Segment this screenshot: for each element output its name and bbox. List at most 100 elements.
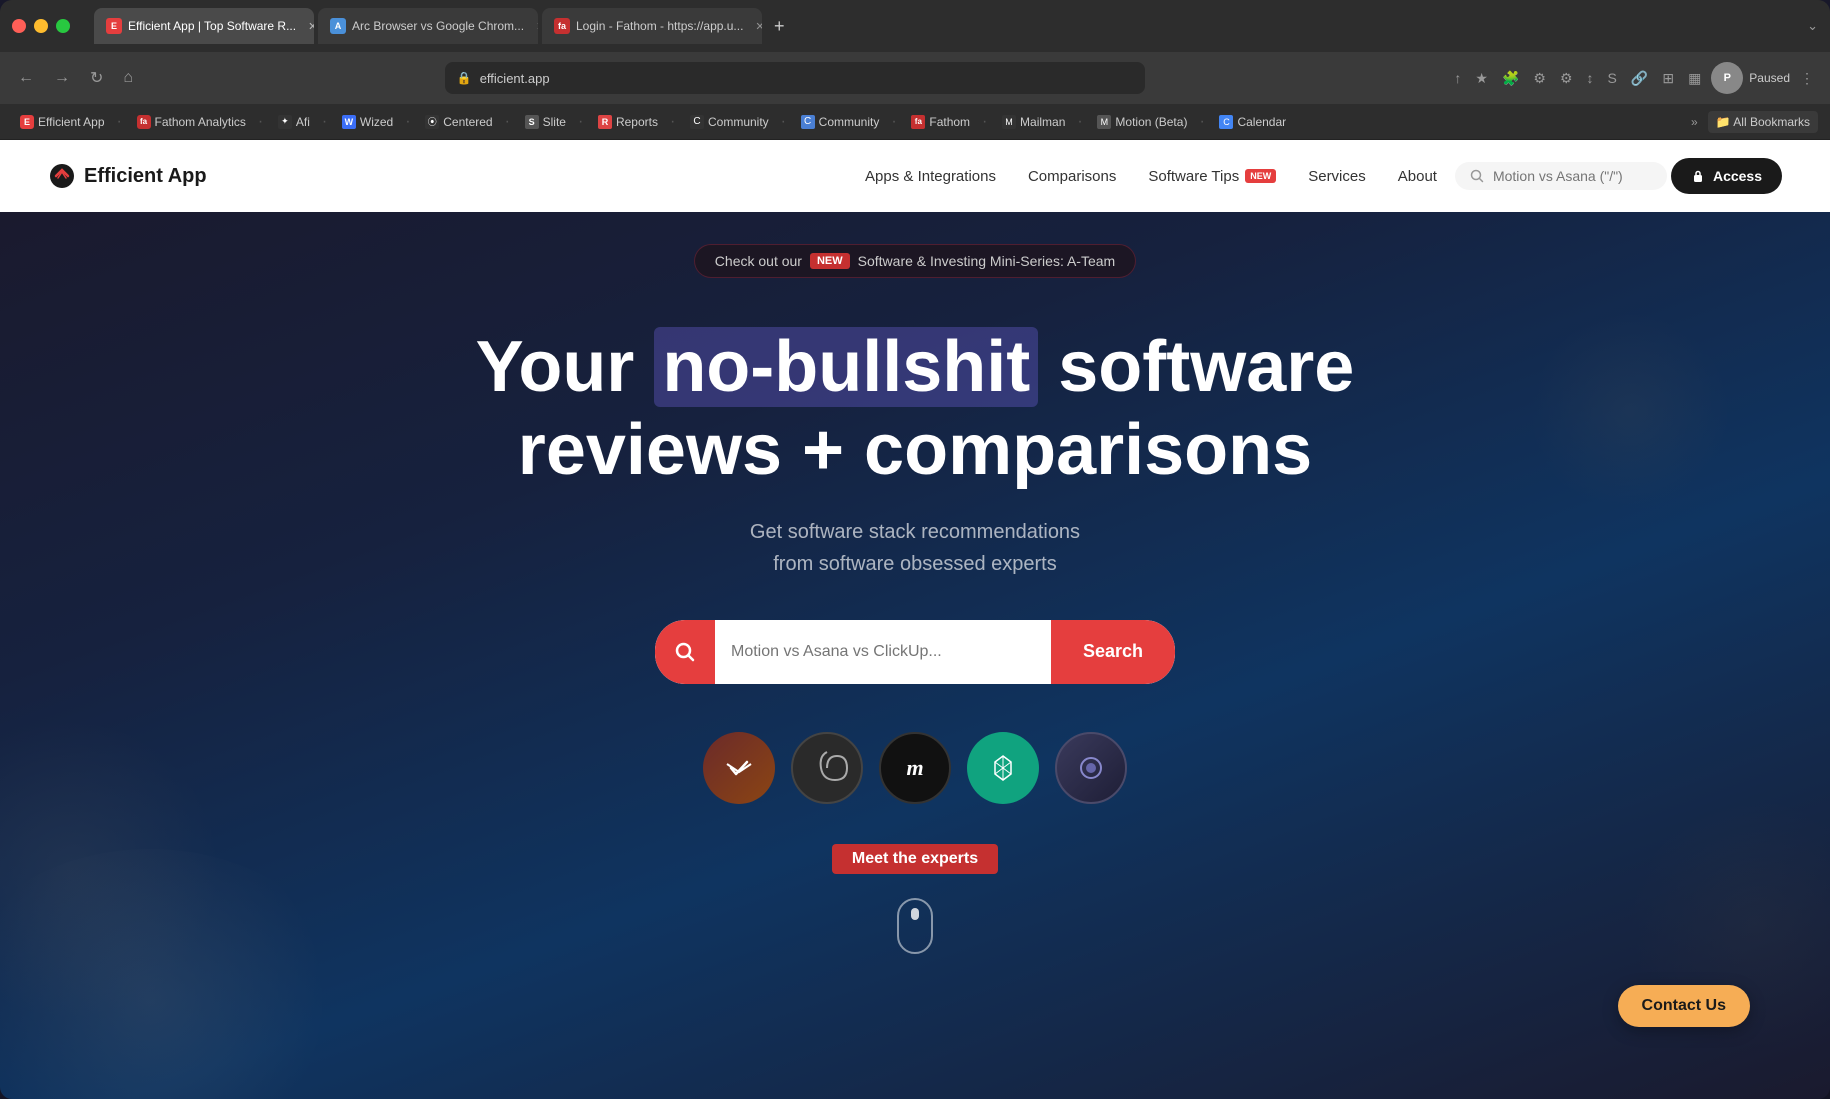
- nav-software-tips-label: Software Tips: [1148, 168, 1239, 185]
- bookmark-afi-label: Afi: [296, 115, 310, 129]
- app-icon-openai[interactable]: [967, 732, 1039, 804]
- site-logo[interactable]: Efficient App: [48, 162, 207, 190]
- settings-icon[interactable]: ⚙: [1529, 66, 1550, 91]
- contact-us-button[interactable]: Contact Us: [1618, 985, 1750, 1027]
- bookmark-fathom2-favicon: fa: [911, 115, 925, 129]
- back-button[interactable]: ←: [12, 65, 40, 91]
- hero-search-icon: [673, 640, 697, 664]
- hero-section: Check out our NEW Software & Investing M…: [0, 212, 1830, 1099]
- traffic-lights: [12, 19, 70, 33]
- bookmark-icon[interactable]: ★: [1471, 66, 1492, 91]
- bg-blob-1: [0, 719, 220, 1019]
- separator-1: ·: [117, 113, 125, 131]
- home-button[interactable]: ⌂: [117, 65, 139, 91]
- maximize-button[interactable]: [56, 19, 70, 33]
- close-button[interactable]: [12, 19, 26, 33]
- tab-2[interactable]: A Arc Browser vs Google Chrom... ✕: [318, 8, 538, 44]
- tab-2-title: Arc Browser vs Google Chrom...: [352, 19, 524, 33]
- share-icon[interactable]: ↑: [1450, 66, 1465, 90]
- hero-search-button[interactable]: Search: [1051, 620, 1175, 684]
- extensions-icon[interactable]: 🧩: [1498, 66, 1523, 91]
- puzzle-icon[interactable]: ⊞: [1658, 66, 1678, 91]
- nav-comparisons[interactable]: Comparisons: [1014, 160, 1130, 193]
- lock-icon: 🔒: [457, 71, 472, 85]
- sync-icon[interactable]: ↕: [1583, 66, 1598, 90]
- nav-services[interactable]: Services: [1294, 160, 1380, 193]
- bookmark-efficient-app[interactable]: E Efficient App: [12, 111, 113, 133]
- bookmark-slite[interactable]: S Slite: [517, 111, 574, 133]
- tab-3-close[interactable]: ✕: [755, 20, 762, 33]
- refresh-button[interactable]: ↻: [84, 64, 109, 92]
- bookmark-community-2[interactable]: C Community: [793, 111, 888, 133]
- bookmark-wized[interactable]: W Wized: [334, 111, 401, 133]
- hero-search-button-label: Search: [1083, 641, 1143, 661]
- nav-software-tips[interactable]: Software Tips NEW: [1134, 160, 1290, 193]
- bookmark-motion-favicon: M: [1097, 115, 1111, 129]
- app-icon-motion[interactable]: m: [879, 732, 951, 804]
- hero-search-icon-button[interactable]: [655, 620, 715, 684]
- openai-svg: [983, 748, 1023, 788]
- meet-experts-label[interactable]: Meet the experts: [832, 844, 998, 874]
- minimize-button[interactable]: [34, 19, 48, 33]
- bookmark-calendar[interactable]: C Calendar: [1211, 111, 1294, 133]
- bookmark-reports[interactable]: R Reports: [590, 111, 666, 133]
- announcement-suffix: Software & Investing Mini-Series: A-Team: [858, 253, 1116, 269]
- tab-3[interactable]: fa Login - Fathom - https://app.u... ✕: [542, 8, 762, 44]
- app-icons-row: m: [703, 732, 1127, 804]
- address-bar[interactable]: 🔒 efficient.app: [445, 62, 1145, 94]
- bookmark-fathom-analytics[interactable]: fa Fathom Analytics: [129, 111, 254, 133]
- nav-bar: ← → ↻ ⌂ 🔒 efficient.app ↑ ★ 🧩 ⚙ ⚙ ↕ S 🔗 …: [0, 52, 1830, 104]
- hero-title: Your no-bullshit software reviews + comp…: [476, 326, 1355, 492]
- hero-search-input[interactable]: [715, 643, 1051, 661]
- tab-1[interactable]: E Efficient App | Top Software R... ✕: [94, 8, 314, 44]
- profile-avatar[interactable]: P: [1711, 62, 1743, 94]
- all-bookmarks-button[interactable]: 📁 All Bookmarks: [1708, 111, 1818, 133]
- separator-11: ·: [1077, 113, 1085, 131]
- header-search-input[interactable]: [1493, 168, 1653, 184]
- nav-apps[interactable]: Apps & Integrations: [851, 160, 1010, 193]
- access-button[interactable]: Access: [1671, 158, 1782, 194]
- lock-icon: [1691, 169, 1705, 183]
- hero-subtitle-line2: from software obsessed experts: [773, 553, 1056, 575]
- extra-icon[interactable]: ⚙: [1556, 66, 1577, 91]
- tab-1-close[interactable]: ✕: [308, 20, 314, 33]
- bookmark-fathom-favicon: fa: [137, 115, 151, 129]
- chain-icon[interactable]: 🔗: [1627, 66, 1652, 91]
- hero-search-box[interactable]: Search: [655, 620, 1175, 684]
- bookmark-calendar-favicon: C: [1219, 115, 1233, 129]
- header-search-bar[interactable]: [1455, 162, 1667, 190]
- skype-icon[interactable]: S: [1604, 66, 1621, 90]
- tab-2-close[interactable]: ✕: [536, 20, 538, 33]
- bookmark-reports-favicon: R: [598, 115, 612, 129]
- bookmarks-more-icon[interactable]: »: [1685, 111, 1704, 133]
- motion-letter: m: [906, 755, 923, 781]
- hero-title-highlight: no-bullshit: [654, 327, 1038, 407]
- bookmark-centered[interactable]: ⦿ Centered: [417, 111, 500, 133]
- app-icon-mailtrack[interactable]: [703, 732, 775, 804]
- bookmark-motion[interactable]: M Motion (Beta): [1089, 111, 1195, 133]
- logo-svg: [48, 162, 76, 190]
- separator-5: ·: [505, 113, 513, 131]
- tab-1-favicon: E: [106, 18, 122, 34]
- app-icon-arc[interactable]: [1055, 732, 1127, 804]
- bookmark-fathom[interactable]: fa Fathom: [903, 111, 978, 133]
- tab-3-title: Login - Fathom - https://app.u...: [576, 19, 743, 33]
- scroll-dot: [911, 908, 919, 920]
- nav-about-label: About: [1398, 168, 1437, 185]
- sidepanel-icon[interactable]: ▦: [1684, 66, 1705, 91]
- more-options-icon[interactable]: ⋮: [1796, 66, 1818, 91]
- separator-4: ·: [405, 113, 413, 131]
- separator-2: ·: [258, 113, 266, 131]
- hero-subtitle: Get software stack recommendations from …: [750, 516, 1080, 580]
- bookmark-mailman[interactable]: M Mailman: [994, 111, 1073, 133]
- app-icon-spiral[interactable]: [791, 732, 863, 804]
- bookmark-efficient-app-favicon: E: [20, 115, 34, 129]
- bookmark-community1-label: Community: [708, 115, 769, 129]
- separator-9: ·: [891, 113, 899, 131]
- nav-icons: ↑ ★ 🧩 ⚙ ⚙ ↕ S 🔗 ⊞ ▦ P Paused ⋮: [1450, 62, 1818, 94]
- forward-button[interactable]: →: [48, 65, 76, 91]
- new-tab-button[interactable]: +: [766, 12, 793, 41]
- bookmark-afi[interactable]: ✦ Afi: [270, 111, 318, 133]
- nav-about[interactable]: About: [1384, 160, 1451, 193]
- bookmark-community-1[interactable]: C Community: [682, 111, 777, 133]
